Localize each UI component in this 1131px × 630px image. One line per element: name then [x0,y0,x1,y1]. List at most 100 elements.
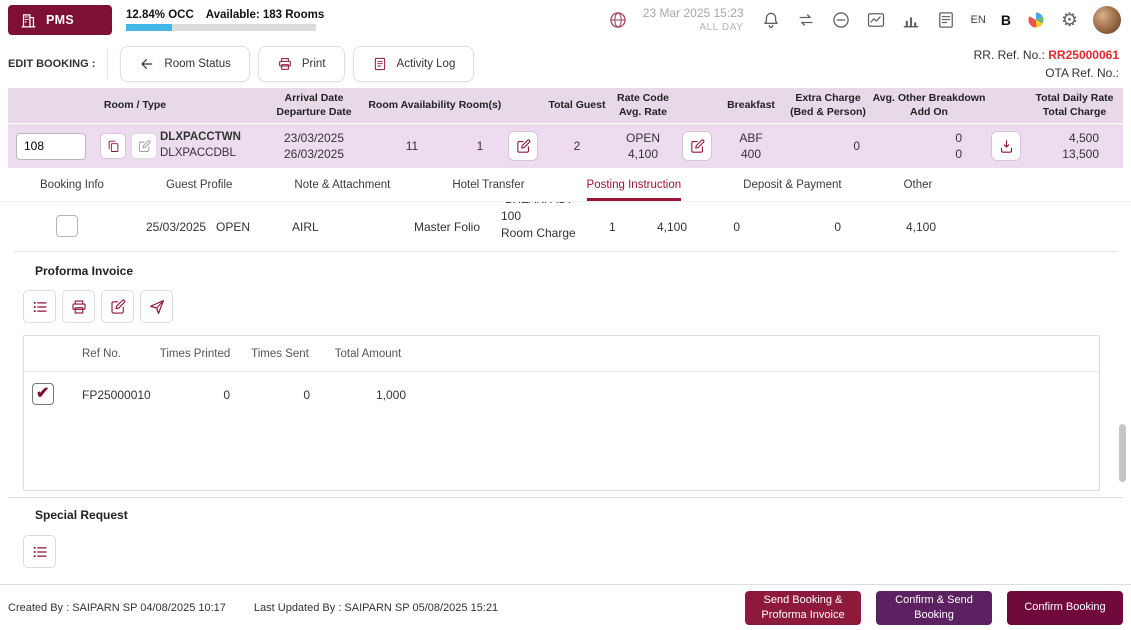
proforma-row: FP25000010 0 0 1,000 [24,372,1099,418]
bar-chart-icon[interactable] [901,10,921,30]
bold-b-badge[interactable]: B [1001,12,1011,28]
report-form-icon[interactable] [936,10,956,30]
apply-addon-button[interactable] [991,131,1021,161]
list-icon [31,298,49,316]
booking-row: DLXPACCTWN DLXPACCDBL 23/03/2025 26/03/2… [8,124,1123,168]
proforma-invoice-title: Proforma Invoice [35,264,1131,278]
edit-icon [137,139,152,154]
breakfast-cell: ABF 400 [718,130,784,162]
totals-cell: 4,500 13,500 [1026,130,1123,162]
send-booking-proforma-button[interactable]: Send Booking & Proforma Invoice [745,591,861,625]
edit-icon [109,298,127,316]
occupancy-percent: 12.84% OCC [126,9,194,21]
reference-numbers: RR. Ref. No.: RR25000061 OTA Ref. No.: [974,46,1123,82]
available-rooms: Available: 183 Rooms [206,9,324,21]
occupancy-progress-fill [126,24,172,31]
back-arrow-icon [139,56,155,72]
room-type-secondary: DLXPACCDBL [160,146,262,162]
tab-deposit-payment[interactable]: Deposit & Payment [743,179,841,201]
departure-date: 26/03/2025 [262,146,366,162]
page-title: EDIT BOOKING : [8,58,95,70]
rr-ref-value: RR25000061 [1048,48,1119,62]
send-paper-plane-icon [148,298,166,316]
color-palette-icon[interactable] [1026,10,1046,30]
printer-icon [277,56,293,72]
proforma-row-checkbox[interactable] [32,383,54,405]
col-extra-charge: Extra Charge (Bed & Person) [784,92,872,119]
edit-room-button[interactable] [131,133,157,159]
edit-rooms-cell [502,131,544,161]
confirm-booking-button[interactable]: Confirm Booking [1007,591,1123,625]
activity-log-button[interactable]: Activity Log [353,46,475,82]
proforma-list-button[interactable] [23,290,56,323]
edit-rate-button[interactable] [682,131,712,161]
total-charge-value: 13,500 [1026,146,1099,162]
globe-icon[interactable] [608,10,628,30]
col-room-availability: Room Availability [366,99,458,113]
user-avatar[interactable] [1093,6,1121,34]
rr-ref-line: RR. Ref. No.: RR25000061 [974,46,1119,64]
total-daily-rate-value: 4,500 [1026,130,1099,146]
top-bar: PMS 12.84% OCC Available: 183 Rooms 23 M… [0,0,1131,40]
breakfast-code-value: ABF [718,130,784,146]
settings-gear-icon[interactable]: ⚙ [1061,11,1078,30]
language-selector[interactable]: EN [971,14,986,26]
posting-charge-code: 100 [501,208,576,225]
col-room-type: Room / Type [8,99,262,113]
vertical-scrollbar-thumb[interactable] [1119,424,1126,482]
posting-row: 25/03/2025 OPEN AIRL Master Folio 100 Ro… [14,202,1117,252]
footer-actions: Send Booking & Proforma Invoice Confirm … [745,591,1123,625]
download-apply-icon [998,138,1015,155]
proforma-col-total-amount: Total Amount [320,348,416,360]
posting-charge-description: Room Charge [501,225,576,242]
posting-row-checkbox[interactable] [56,215,78,237]
current-datetime: 23 Mar 2025 15:23 [643,6,744,22]
tab-guest-profile[interactable]: Guest Profile [166,179,232,201]
room-status-button[interactable]: Room Status [120,46,249,82]
proforma-print-button[interactable] [62,290,95,323]
tab-hotel-transfer[interactable]: Hotel Transfer [452,179,524,201]
total-guest-value: 2 [544,138,610,154]
posting-date: 25/03/2025 [146,220,206,234]
col-total-daily: Total Daily Rate Total Charge [1026,92,1123,119]
special-request-title: Special Request [35,508,1131,522]
proforma-send-button[interactable] [140,290,173,323]
posting-instruction-panel: BREAKFAST 25/03/2025 OPEN AIRL Master Fo… [0,202,1131,584]
tab-note-attachment[interactable]: Note & Attachment [294,179,390,201]
booking-tabs: Booking Info Guest Profile Note & Attach… [0,168,1131,202]
activity-log-label: Activity Log [397,58,456,70]
print-button[interactable]: Print [258,46,345,82]
rate-cell: OPEN 4,100 [610,130,676,162]
do-not-disturb-icon[interactable] [831,10,851,30]
posting-amount: 4,100 [615,220,687,234]
edit-icon [689,138,706,155]
currency-exchange-icon[interactable] [796,10,816,30]
proforma-col-ref-no: Ref No. [70,348,150,360]
notification-bell-icon[interactable] [761,10,781,30]
col-breakfast: Breakfast [718,99,784,113]
copy-icon [106,139,121,154]
edit-rooms-button[interactable] [508,131,538,161]
proforma-edit-button[interactable] [101,290,134,323]
toolbar-divider [107,49,108,79]
special-request-list-button[interactable] [23,535,56,568]
tab-posting-instruction[interactable]: Posting Instruction [587,179,682,201]
room-number-input[interactable] [16,133,86,160]
occupancy-progressbar [126,24,316,31]
confirm-and-send-booking-button[interactable]: Confirm & Send Booking [876,591,992,625]
copy-room-button[interactable] [100,133,126,159]
booking-table-header: Room / Type Arrival Date Departure Date … [8,88,1123,124]
posting-value2: 0 [694,220,740,234]
posting-total: 4,100 [864,220,936,234]
proforma-invoice-table: Ref No. Times Printed Times Sent Total A… [23,335,1100,491]
occupancy-summary: 12.84% OCC Available: 183 Rooms [126,9,316,31]
proforma-times-sent: 0 [240,388,320,402]
col-arrival-departure: Arrival Date Departure Date [262,92,366,119]
tab-booking-info[interactable]: Booking Info [40,179,104,201]
tab-other[interactable]: Other [904,179,933,201]
line-chart-icon[interactable] [866,10,886,30]
col-total-guest: Total Guest [544,99,610,113]
app-logo-badge[interactable]: PMS [8,5,112,35]
ota-ref-line: OTA Ref. No.: [974,64,1119,82]
section-divider [8,497,1123,498]
